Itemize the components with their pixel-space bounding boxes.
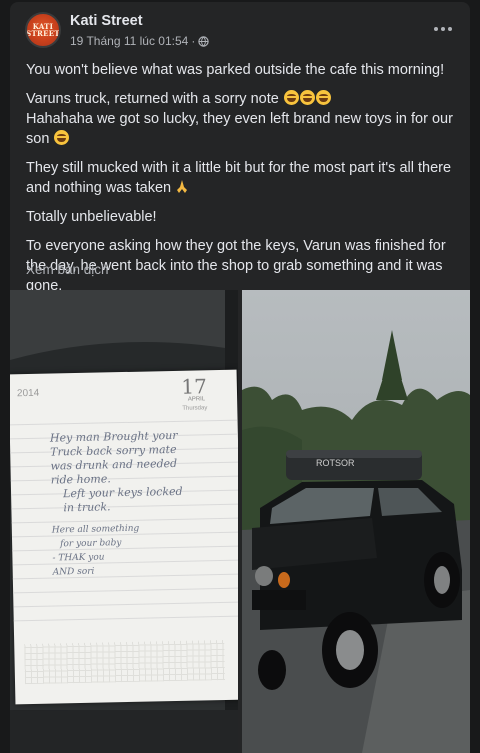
- laughing-emoji-icon: [283, 90, 299, 105]
- note-photo[interactable]: 2014 17 APRIL Thursday Hey man Brought y…: [10, 290, 238, 753]
- avatar[interactable]: KATI STREET: [25, 12, 61, 48]
- post-text: Varuns truck, returned with a sorry note: [26, 91, 279, 107]
- note-mini-calendar: [24, 639, 226, 685]
- post-text: They still mucked with it a little bit b…: [26, 160, 452, 196]
- note-line: AND sori: [52, 566, 95, 578]
- post-paragraph: You won't believe what was parked outsid…: [26, 62, 445, 78]
- note-line: in truck.: [63, 500, 111, 515]
- post-timestamp[interactable]: 19 Tháng 11 lúc 01:54: [70, 34, 188, 48]
- globe-icon[interactable]: [198, 35, 210, 47]
- note-weekday: Thursday: [182, 405, 208, 412]
- post-header: KATI STREET Kati Street 19 Tháng 11 lúc …: [10, 2, 470, 54]
- see-translation-link[interactable]: Xem bản dịch: [26, 262, 109, 277]
- post-paragraph: Varuns truck, returned with a sorry note…: [26, 89, 458, 149]
- photo-grid: 2014 17 APRIL Thursday Hey man Brought y…: [10, 290, 470, 753]
- post-text: Hahahaha we got so lucky, they even left…: [26, 111, 453, 147]
- note-handwriting: Hey man Brought your Truck back sorry ma…: [50, 428, 203, 579]
- laughing-emoji-icon: [54, 130, 70, 145]
- truck-photo[interactable]: ROTSOR: [242, 290, 470, 753]
- praying-hands-icon: [175, 179, 189, 194]
- meta-separator: ·: [191, 34, 196, 48]
- post-card: KATI STREET Kati Street 19 Tháng 11 lúc …: [10, 2, 470, 753]
- laughing-emoji-icon: [299, 90, 315, 105]
- note-line: Left your keys locked: [62, 484, 183, 501]
- more-options-icon[interactable]: [430, 16, 456, 42]
- post-paragraph: They still mucked with it a little bit b…: [26, 158, 458, 198]
- author-name[interactable]: Kati Street: [70, 13, 143, 29]
- post-meta: 19 Tháng 11 lúc 01:54 ·: [70, 34, 210, 48]
- post-paragraph: Totally unbelievable!: [26, 209, 157, 225]
- note-year: 2014: [16, 387, 40, 400]
- avatar-logo-text: KATI STREET: [26, 22, 60, 38]
- note-day: 17: [181, 374, 208, 399]
- laughing-emoji-icon: [315, 90, 331, 105]
- roof-tent-text: ROTSOR: [316, 458, 355, 468]
- handwritten-note: 2014 17 APRIL Thursday Hey man Brought y…: [10, 369, 238, 705]
- note-month: APRIL: [187, 396, 206, 403]
- truck-scene: ROTSOR: [242, 290, 470, 753]
